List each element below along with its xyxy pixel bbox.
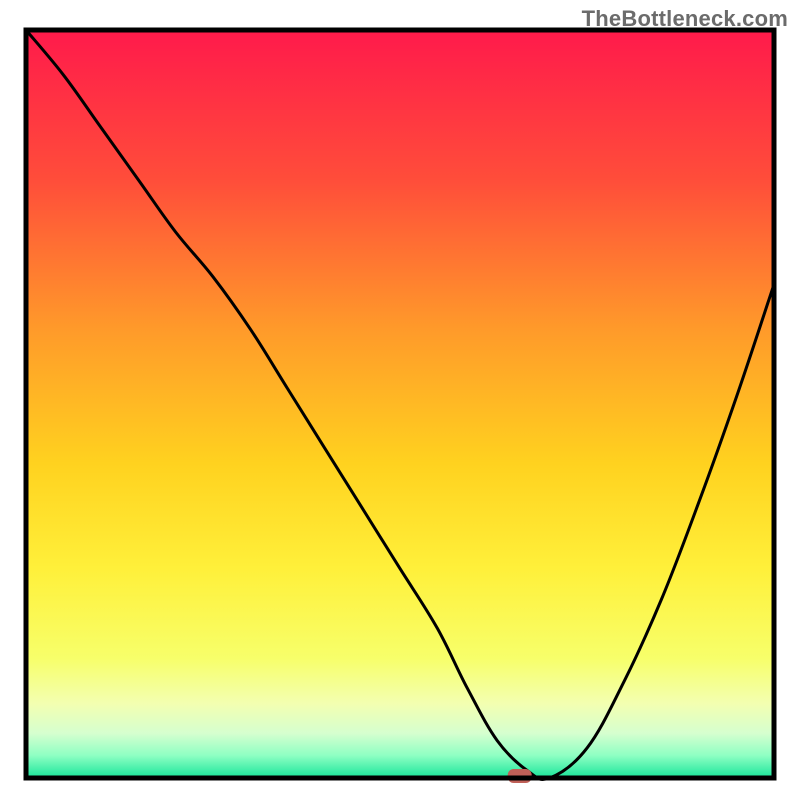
- plot-background: [26, 30, 774, 778]
- chart-svg: [0, 0, 800, 800]
- bottleneck-chart: TheBottleneck.com: [0, 0, 800, 800]
- watermark-text: TheBottleneck.com: [582, 6, 788, 32]
